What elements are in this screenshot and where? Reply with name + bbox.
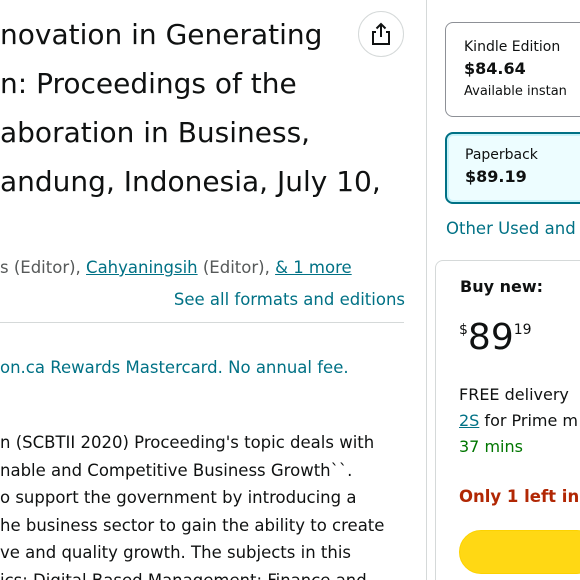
description-line: ics: Digital-Based Management; Finance a…	[0, 570, 367, 580]
delivery-prime-text: for Prime m	[479, 411, 579, 430]
share-button[interactable]	[358, 11, 404, 57]
divider	[0, 322, 404, 323]
format-name: Kindle Edition	[464, 39, 561, 55]
price-fraction: 19	[513, 322, 532, 338]
delivery-line: FREE delivery	[459, 385, 569, 404]
format-availability: Available instan	[464, 84, 567, 99]
title-line: aboration in Business,	[0, 116, 311, 149]
author-link-cahyaningsih[interactable]: Cahyaningsih	[86, 258, 198, 277]
format-paperback-selected[interactable]: Paperback $89.19	[445, 132, 580, 204]
add-to-cart-button[interactable]	[459, 530, 580, 574]
title-line: n: Proceedings of the	[0, 67, 297, 100]
more-authors-link[interactable]: & 1 more	[275, 258, 352, 277]
format-price: $84.64	[464, 59, 526, 78]
format-price: $89.19	[465, 167, 527, 186]
see-all-formats-link[interactable]: See all formats and editions	[174, 290, 405, 309]
delivery-line-2: 2S for Prime m	[459, 408, 578, 434]
product-center-column: novation in Generating n: Proceedings of…	[0, 0, 425, 580]
author-2-role: (Editor),	[197, 258, 276, 277]
delivery-link[interactable]: 2S	[459, 411, 479, 430]
product-description: n (SCBTII 2020) Proceeding's topic deals…	[0, 429, 420, 580]
price-symbol: $	[459, 322, 468, 338]
description-line: n (SCBTII 2020) Proceeding's topic deals…	[0, 433, 375, 452]
format-kindle-edition[interactable]: Kindle Edition $84.64 Available instan	[445, 22, 580, 117]
product-title: novation in Generating n: Proceedings of…	[0, 10, 420, 206]
buy-price: $8919	[459, 318, 532, 358]
column-divider	[426, 0, 427, 580]
description-line: nable and Competitive Business Growth``.	[0, 460, 353, 480]
description-line: o support the government by introducing …	[0, 488, 357, 507]
author-1-role: s (Editor),	[0, 258, 87, 277]
buy-new-label: Buy new:	[460, 277, 544, 296]
title-line: novation in Generating	[0, 18, 323, 51]
other-used-link[interactable]: Other Used and	[446, 219, 576, 238]
format-name: Paperback	[465, 147, 538, 163]
share-icon	[372, 22, 390, 45]
title-line: andung, Indonesia, July 10,	[0, 165, 381, 198]
author-byline: s (Editor), Cahyaningsih (Editor), & 1 m…	[0, 258, 352, 277]
rewards-mastercard-link[interactable]: on.ca Rewards Mastercard. No annual fee.	[0, 358, 349, 377]
delivery-info: FREE delivery 2S for Prime m 37 mins	[459, 382, 578, 460]
price-whole: 89	[467, 317, 514, 358]
delivery-countdown: 37 mins	[459, 437, 523, 456]
description-line: ve and quality growth. The subjects in t…	[0, 543, 352, 562]
description-line: he business sector to gain the ability t…	[0, 515, 385, 535]
stock-status: Only 1 left in	[459, 487, 580, 506]
